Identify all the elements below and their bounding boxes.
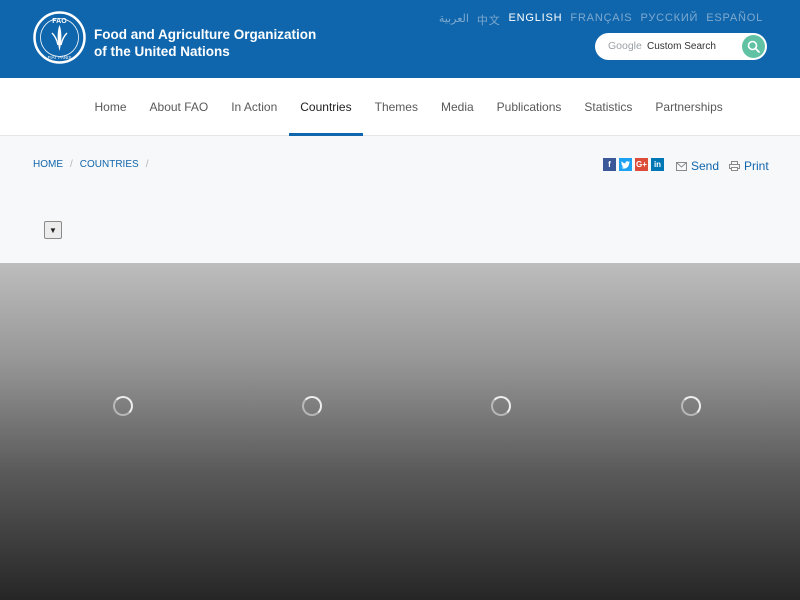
- slide-3[interactable]: [400, 263, 600, 600]
- nav-item-countries[interactable]: Countries: [288, 78, 364, 136]
- loading-spinner-icon: [302, 396, 322, 416]
- org-name-line2: of the United Nations: [94, 44, 230, 59]
- facebook-icon[interactable]: f: [603, 158, 616, 171]
- lang-french[interactable]: FRANÇAIS: [570, 12, 632, 28]
- nav-item-publications[interactable]: Publications: [485, 78, 573, 136]
- slide-4[interactable]: [600, 263, 800, 600]
- breadcrumb-separator: /: [145, 159, 149, 170]
- breadcrumb-separator: /: [70, 159, 73, 170]
- envelope-icon: [676, 161, 687, 171]
- image-slider[interactable]: [0, 263, 800, 600]
- site-header: FAO FIAT PANIS Food and Agriculture Orga…: [0, 0, 800, 78]
- print-label: Print: [744, 159, 769, 173]
- loading-spinner-icon: [491, 396, 511, 416]
- lang-arabic[interactable]: العربية: [439, 12, 469, 28]
- loading-spinner-icon: [113, 396, 133, 416]
- slide-2[interactable]: [200, 263, 400, 600]
- google-plus-icon[interactable]: G+: [635, 158, 648, 171]
- nav-list: Home About FAO In Action Countries Theme…: [83, 78, 734, 136]
- nav-item-themes[interactable]: Themes: [363, 78, 429, 136]
- lang-spanish[interactable]: ESPAÑOL: [706, 12, 763, 28]
- chevron-down-icon: ▼: [49, 225, 57, 235]
- logo-motto: FIAT PANIS: [48, 55, 72, 60]
- magnifier-icon: [747, 40, 760, 53]
- loading-spinner-icon: [681, 396, 701, 416]
- main-navigation: Home About FAO In Action Countries Theme…: [0, 78, 800, 136]
- send-link[interactable]: Send: [676, 159, 719, 173]
- fao-logo[interactable]: FAO FIAT PANIS: [33, 11, 86, 64]
- twitter-bird-glyph: [621, 160, 630, 169]
- nav-item-media[interactable]: Media: [429, 78, 485, 136]
- lang-russian[interactable]: РУССКИЙ: [640, 12, 698, 28]
- nav-item-statistics[interactable]: Statistics: [573, 78, 644, 136]
- print-link[interactable]: Print: [729, 159, 769, 173]
- nav-item-in-action[interactable]: In Action: [220, 78, 289, 136]
- dropdown-toggle-button[interactable]: ▼: [44, 221, 62, 239]
- printer-icon: [729, 161, 740, 171]
- language-switcher: العربية 中文 ENGLISH FRANÇAIS РУССКИЙ ESPA…: [439, 12, 763, 28]
- breadcrumb-home[interactable]: HOME: [33, 159, 63, 170]
- linkedin-icon[interactable]: in: [651, 158, 664, 171]
- twitter-icon[interactable]: [619, 158, 632, 171]
- google-brand-label: Google: [608, 40, 642, 52]
- search-box: Google: [595, 33, 767, 60]
- send-label: Send: [691, 159, 720, 173]
- nav-item-about-fao[interactable]: About FAO: [138, 78, 220, 136]
- search-button[interactable]: [742, 35, 765, 58]
- org-name-line1: Food and Agriculture Organization: [94, 27, 317, 42]
- logo-letters: FAO: [52, 18, 67, 25]
- slide-1[interactable]: [0, 263, 200, 600]
- lang-english[interactable]: ENGLISH: [509, 12, 563, 28]
- breadcrumb-countries[interactable]: COUNTRIES: [80, 159, 139, 170]
- lang-chinese[interactable]: 中文: [477, 12, 501, 28]
- search-input[interactable]: [647, 38, 741, 55]
- organization-name[interactable]: Food and Agriculture Organization of the…: [94, 26, 316, 60]
- nav-item-home[interactable]: Home: [83, 78, 138, 136]
- share-buttons: f G+ in: [603, 158, 664, 171]
- breadcrumb: HOME / COUNTRIES /: [33, 159, 155, 170]
- nav-item-partnerships[interactable]: Partnerships: [644, 78, 734, 136]
